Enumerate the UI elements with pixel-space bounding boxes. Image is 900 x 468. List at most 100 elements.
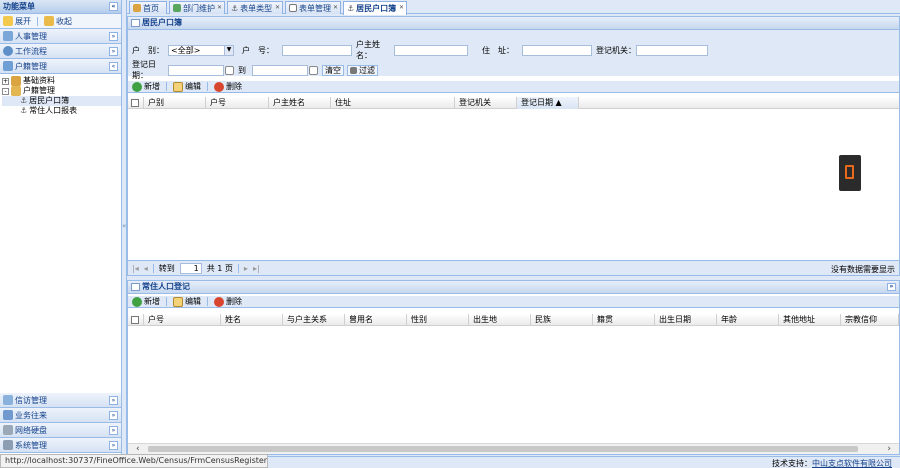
huzhu-input[interactable] <box>394 44 468 56</box>
tree-node-census[interactable]: - 户籍管理 <box>2 86 121 96</box>
tab-household-book[interactable]: ⚓ 居民户口簿 ✕ <box>343 1 407 15</box>
panel-icon <box>131 19 140 27</box>
total-pages-label: 共 1 页 <box>206 263 233 273</box>
select-all-checkbox[interactable] <box>128 314 144 326</box>
next-page-icon[interactable]: ▸ <box>244 264 248 273</box>
column-header[interactable]: 出生地 <box>469 314 531 326</box>
anchor-icon: ⚓ <box>20 96 28 105</box>
separator <box>166 297 167 306</box>
filter-button[interactable]: 过滤 <box>347 64 378 76</box>
add-icon <box>132 81 142 92</box>
date-label: 登记日期： <box>132 60 156 80</box>
close-icon[interactable]: ✕ <box>217 4 222 11</box>
collapse-all-button[interactable]: 收起 <box>44 16 72 27</box>
edit-icon <box>173 296 183 307</box>
last-page-icon[interactable]: ▸| <box>253 264 260 273</box>
column-header[interactable]: 其他地址 <box>779 314 841 326</box>
resident-edit-button[interactable]: 编辑 <box>173 296 201 307</box>
scroll-left-icon[interactable]: ‹ <box>136 444 140 454</box>
collapse-icon[interactable]: - <box>2 87 9 95</box>
accordion-petition[interactable]: 信访管理» <box>0 393 121 408</box>
census-edit-button[interactable]: 编辑 <box>173 81 201 92</box>
horizontal-scrollbar[interactable]: ‹ › <box>128 443 899 454</box>
close-icon[interactable]: ✕ <box>399 4 404 11</box>
resident-panel-header: 常住人口登记» <box>128 281 899 294</box>
column-header[interactable]: 宗教信仰 <box>841 314 899 326</box>
scroll-right-icon[interactable]: › <box>887 444 891 454</box>
anchor-icon: ⚓ <box>231 3 239 13</box>
accordion-workflow[interactable]: 工作流程» <box>0 44 121 59</box>
tree-node-resident-report[interactable]: ⚓ 常住人口报表 <box>2 106 121 116</box>
folder-icon <box>11 76 21 86</box>
select-all-checkbox[interactable] <box>128 97 144 109</box>
device-icon <box>845 165 854 179</box>
census-add-button[interactable]: 新增 <box>132 81 160 92</box>
menu-tree: + 基础资料 - 户籍管理 ⚓ 居民户口簿 ⚓ 常住人口报表 <box>0 74 121 116</box>
column-header[interactable]: 民族 <box>531 314 593 326</box>
column-header[interactable]: 与户主关系 <box>283 314 345 326</box>
column-header[interactable]: 曾用名 <box>345 314 407 326</box>
column-header[interactable]: 登记机关 <box>455 97 517 109</box>
calendar-icon[interactable] <box>309 65 318 75</box>
accordion-system[interactable]: 系统管理» <box>0 438 121 453</box>
column-header-sorted[interactable]: 登记日期 ▲ <box>517 97 579 109</box>
date-from-input[interactable] <box>168 64 224 76</box>
organ-input[interactable] <box>636 44 708 56</box>
tab-department[interactable]: 部门维护 ✕ <box>169 1 225 14</box>
close-icon[interactable]: ✕ <box>333 4 338 11</box>
page-input[interactable]: 1 <box>179 262 202 274</box>
workflow-icon <box>3 46 13 56</box>
column-header[interactable]: 户主姓名 <box>269 97 331 109</box>
tab-form-type[interactable]: ⚓ 表单类型 ✕ <box>227 1 283 14</box>
anchor-icon: ⚓ <box>347 4 355 13</box>
address-input[interactable] <box>522 44 592 56</box>
expand-icon[interactable]: + <box>2 77 9 85</box>
accordion-disk[interactable]: 网络硬盘» <box>0 423 121 438</box>
collapse-sidebar-icon[interactable]: « <box>109 2 118 11</box>
column-header[interactable]: 户别 <box>144 97 206 109</box>
users-icon <box>3 31 13 41</box>
tab-home[interactable]: 首页 <box>129 1 167 14</box>
collapse-panel-icon[interactable]: » <box>887 283 896 291</box>
sidebar-title-text: 功能菜单 <box>3 2 35 11</box>
close-icon[interactable]: ✕ <box>275 4 280 11</box>
huhao-input[interactable] <box>282 44 352 56</box>
column-header[interactable]: 籍贯 <box>593 314 655 326</box>
column-header[interactable]: 出生日期 <box>655 314 717 326</box>
prev-page-icon[interactable]: ◂ <box>144 264 148 273</box>
column-header[interactable]: 户号 <box>144 314 221 326</box>
census-grid-header: 户别 户号 户主姓名 住址 登记机关 登记日期 ▲ <box>128 97 899 109</box>
column-header[interactable]: 性别 <box>407 314 469 326</box>
accordion-business[interactable]: 业务往来» <box>0 408 121 423</box>
column-header[interactable]: 户号 <box>206 97 269 109</box>
hubie-select[interactable]: <全部> ▼ <box>168 44 234 56</box>
sidebar-title: 功能菜单 « <box>0 0 121 14</box>
delete-icon <box>214 81 224 92</box>
resident-panel: 常住人口登记» 新增 编辑 删除 户号 姓名 与户主关系 曾用名 性别 出生地 … <box>127 280 900 455</box>
calendar-icon[interactable] <box>225 65 234 75</box>
company-link[interactable]: 中山支点软件有限公司 <box>812 459 892 468</box>
accordion-census[interactable]: 户籍管理 « <box>0 59 121 74</box>
chevron-down-icon[interactable]: ▼ <box>224 45 233 55</box>
scrollbar-thumb[interactable] <box>148 446 858 452</box>
edit-icon <box>173 81 183 92</box>
expand-all-button[interactable]: 展开 <box>3 16 31 27</box>
clear-button[interactable]: 清空 <box>322 64 344 76</box>
column-header[interactable]: 住址 <box>331 97 455 109</box>
column-header[interactable]: 姓名 <box>221 314 283 326</box>
floating-widget[interactable] <box>839 155 861 191</box>
tree-node-basic-data[interactable]: + 基础资料 <box>2 76 121 86</box>
column-header[interactable]: 年龄 <box>717 314 779 326</box>
separator <box>37 16 38 26</box>
resident-add-button[interactable]: 新增 <box>132 296 160 307</box>
url-status-tooltip: http://localhost:30737/FineOffice.Web/Ce… <box>0 454 268 468</box>
resident-delete-button[interactable]: 删除 <box>214 296 242 307</box>
filter-icon <box>350 66 357 74</box>
census-delete-button[interactable]: 删除 <box>214 81 242 92</box>
first-page-icon[interactable]: |◂ <box>132 264 139 273</box>
tree-node-household-book[interactable]: ⚓ 居民户口簿 <box>2 96 121 106</box>
accordion-hr[interactable]: 人事管理» <box>0 29 121 44</box>
chevron-down-icon: » <box>109 47 118 56</box>
date-to-input[interactable] <box>252 64 308 76</box>
tab-form-manage[interactable]: 表单管理 ✕ <box>285 1 341 14</box>
